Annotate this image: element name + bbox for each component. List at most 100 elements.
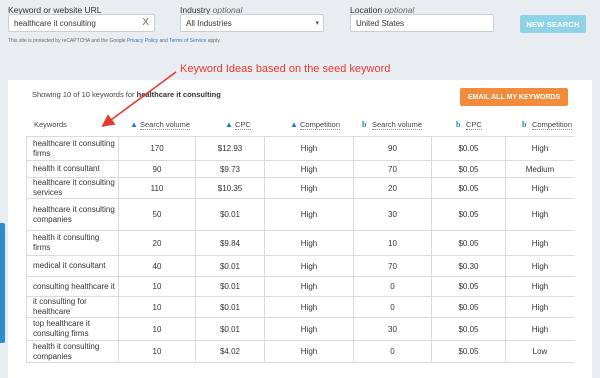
cell-bing-cpc: $0.30 xyxy=(431,256,505,276)
cell-bing-volume: 30 xyxy=(353,318,431,340)
cell-keyword[interactable]: it consulting for healthcare xyxy=(26,297,118,317)
cell-bing-volume: 0 xyxy=(353,341,431,362)
table-row: top healthcare it consulting firms 10 $0.0… xyxy=(26,318,574,341)
results-summary: Showing 10 of 10 keywords for healthcare… xyxy=(32,90,221,99)
cell-google-competition: High xyxy=(264,256,353,276)
email-all-keywords-button[interactable]: EMAIL ALL MY KEYWORDS xyxy=(460,88,568,106)
cell-google-volume: 10 xyxy=(118,297,195,317)
cell-bing-competition: High xyxy=(505,277,574,296)
cell-keyword[interactable]: healthcare it consulting services xyxy=(26,178,118,198)
cell-bing-cpc: $0.05 xyxy=(431,341,505,362)
clear-icon[interactable]: X xyxy=(142,17,149,28)
cell-google-competition: High xyxy=(264,199,353,230)
keyword-input-value: healthcare it consulting xyxy=(14,18,96,28)
cell-bing-competition: Medium xyxy=(505,161,574,177)
col-bing-cpc[interactable]: b CPC xyxy=(456,120,482,130)
cell-google-cpc: $0.01 xyxy=(195,318,264,340)
table-row: medical it consultant 40 $0.01 High 70 $0.30 H… xyxy=(26,256,574,277)
table-row: health it consultant 90 $9.73 High 70 $0.05 Me… xyxy=(26,161,574,178)
cell-bing-cpc: $0.05 xyxy=(431,199,505,230)
table-row: health it consulting firms 20 $9.84 High 10 $… xyxy=(26,231,574,256)
cell-bing-competition: High xyxy=(505,231,574,255)
cell-bing-cpc: $0.05 xyxy=(431,231,505,255)
cell-google-cpc: $10.35 xyxy=(195,178,264,198)
captcha-notice: This site is protected by reCAPTCHA and … xyxy=(8,38,221,44)
cell-google-volume: 50 xyxy=(118,199,195,230)
cell-bing-competition: Low xyxy=(505,341,574,362)
industry-select[interactable]: All Industries ▾ xyxy=(180,14,324,32)
cell-bing-competition: High xyxy=(505,137,574,160)
table-row: it consulting for healthcare 10 $0.01 High 0… xyxy=(26,297,574,318)
table-row: health it consulting companies 10 $4.02 Hig… xyxy=(26,341,574,363)
chevron-down-icon: ▾ xyxy=(315,20,319,27)
cell-google-volume: 90 xyxy=(118,161,195,177)
cell-google-cpc: $9.84 xyxy=(195,231,264,255)
cell-google-competition: High xyxy=(264,297,353,317)
cell-google-competition: High xyxy=(264,137,353,160)
cell-bing-cpc: $0.05 xyxy=(431,277,505,296)
cell-bing-volume: 10 xyxy=(353,231,431,255)
cell-google-volume: 110 xyxy=(118,178,195,198)
table-row: consulting healthcare it 10 $0.01 High 0 $0.0… xyxy=(26,277,574,297)
table-row: healthcare it consulting services 110 $10.… xyxy=(26,178,574,199)
cell-keyword[interactable]: consulting healthcare it xyxy=(26,277,118,296)
cell-bing-competition: High xyxy=(505,256,574,276)
table-row: healthcare it consulting companies 50 $0.0… xyxy=(26,199,574,231)
col-bing-search-volume[interactable]: b Search volume xyxy=(362,120,423,130)
cell-bing-volume: 70 xyxy=(353,256,431,276)
new-search-button[interactable]: NEW SEARCH xyxy=(520,15,586,33)
cell-keyword[interactable]: healthcare it consulting companies xyxy=(26,199,118,230)
table-header: Keywords ▲ Search volume ▲ CPC ▲ Competi… xyxy=(26,117,574,135)
cell-bing-cpc: $0.05 xyxy=(431,178,505,198)
cell-google-competition: High xyxy=(264,277,353,296)
table-row: healthcare it consulting firms 170 $12.93 H… xyxy=(26,137,574,161)
search-bar: Keyword or website URL healthcare it con… xyxy=(0,0,600,56)
terms-of-service-link[interactable]: Terms of Service xyxy=(169,38,206,44)
cell-bing-cpc: $0.05 xyxy=(431,318,505,340)
cell-bing-cpc: $0.05 xyxy=(431,297,505,317)
cell-bing-volume: 0 xyxy=(353,277,431,296)
cell-bing-competition: High xyxy=(505,297,574,317)
cell-google-volume: 40 xyxy=(118,256,195,276)
cell-google-volume: 10 xyxy=(118,277,195,296)
cell-google-cpc: $0.01 xyxy=(195,199,264,230)
cell-google-volume: 20 xyxy=(118,231,195,255)
cell-google-competition: High xyxy=(264,178,353,198)
location-input-value: United States xyxy=(356,18,405,28)
cell-keyword[interactable]: medical it consultant xyxy=(26,256,118,276)
cell-google-cpc: $4.02 xyxy=(195,341,264,362)
cell-google-volume: 170 xyxy=(118,137,195,160)
cell-bing-volume: 90 xyxy=(353,137,431,160)
bing-icon: b xyxy=(362,120,367,129)
cell-bing-cpc: $0.05 xyxy=(431,137,505,160)
privacy-policy-link[interactable]: Privacy Policy xyxy=(127,38,158,44)
cell-google-cpc: $0.01 xyxy=(195,297,264,317)
cell-keyword[interactable]: healthcare it consulting firms xyxy=(26,137,118,160)
google-ads-icon: ▲ xyxy=(225,120,233,129)
col-google-competition[interactable]: ▲ Competition xyxy=(290,120,341,130)
keyword-input[interactable]: healthcare it consulting X xyxy=(8,14,155,32)
location-input[interactable]: United States xyxy=(350,14,494,32)
bing-icon: b xyxy=(456,120,461,129)
cell-keyword[interactable]: health it consulting companies xyxy=(26,341,118,362)
cell-bing-competition: High xyxy=(505,318,574,340)
cell-bing-volume: 0 xyxy=(353,297,431,317)
col-keywords[interactable]: Keywords xyxy=(34,120,67,129)
cell-bing-volume: 70 xyxy=(353,161,431,177)
bing-icon: b xyxy=(522,120,527,129)
col-google-cpc[interactable]: ▲ CPC xyxy=(225,120,251,130)
col-bing-competition[interactable]: b Competition xyxy=(522,120,573,130)
cell-keyword[interactable]: health it consultant xyxy=(26,161,118,177)
cell-google-competition: High xyxy=(264,161,353,177)
industry-select-value: All Industries xyxy=(186,18,232,28)
cell-google-competition: High xyxy=(264,318,353,340)
cell-bing-volume: 20 xyxy=(353,178,431,198)
cell-keyword[interactable]: top healthcare it consulting firms xyxy=(26,318,118,340)
side-accent-bar xyxy=(0,223,5,343)
cell-google-cpc: $12.93 xyxy=(195,137,264,160)
google-ads-icon: ▲ xyxy=(130,120,138,129)
col-google-search-volume[interactable]: ▲ Search volume xyxy=(130,120,191,130)
cell-keyword[interactable]: health it consulting firms xyxy=(26,231,118,255)
cell-bing-volume: 30 xyxy=(353,199,431,230)
cell-google-competition: High xyxy=(264,231,353,255)
